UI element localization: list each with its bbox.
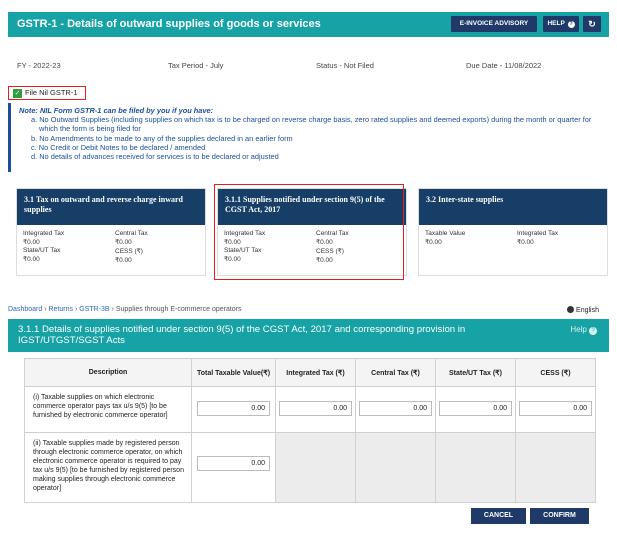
globe-icon: [567, 306, 575, 313]
page-title: GSTR-1 - Details of outward supplies of …: [17, 18, 321, 30]
help-button[interactable]: HELP ?: [543, 16, 579, 32]
row-description: (i) Taxable supplies on which electronic…: [23, 386, 193, 433]
field-label: State/UT Tax: [23, 247, 61, 254]
table-row: (i) Taxable supplies on which electronic…: [23, 386, 597, 433]
refresh-button[interactable]: ↻: [583, 16, 601, 32]
table-cell: 0.00: [434, 386, 516, 433]
note-item: b. No Amendments to be made to any of th…: [31, 133, 293, 143]
table-cell: 0.00: [191, 432, 276, 503]
disabled-cell: [274, 432, 356, 503]
table-row: (ii) Taxable supplies made by registered…: [23, 432, 597, 503]
note-item: d. No details of advances received for s…: [31, 152, 279, 162]
tile-3-1-outward-supplies[interactable]: 3.1 Tax on outward and reverse charge in…: [16, 188, 206, 276]
help-link[interactable]: Help ?: [570, 324, 597, 335]
gstr1-header-bar: GSTR-1 - Details of outward supplies of …: [8, 12, 609, 37]
field-label: Central Tax: [115, 230, 148, 237]
central-tax-input[interactable]: 0.00: [358, 401, 432, 416]
language-label: English: [576, 307, 599, 314]
tile-field: Integrated Tax ₹0.00: [23, 230, 64, 246]
tile-title: 3.2 Inter-state supplies: [419, 189, 607, 225]
cess-input[interactable]: 0.00: [518, 401, 592, 416]
filing-status: Status - Not Filed: [316, 61, 374, 70]
note-list: a. No Outward Supplies (including suppli…: [31, 115, 609, 161]
help-button-label: HELP: [547, 20, 565, 27]
table-cell: 0.00: [274, 386, 356, 433]
nil-filing-note: Note: NIL Form GSTR-1 can be filed by yo…: [8, 103, 609, 172]
language-selector[interactable]: English: [567, 306, 599, 314]
taxable-value-input[interactable]: 0.00: [197, 456, 270, 471]
highlight-box: [214, 184, 404, 280]
field-value: ₹0.00: [517, 239, 534, 246]
note-item: c. No Credit or Debit Notes to be declar…: [31, 142, 206, 152]
tile-field: Integrated Tax ₹0.00: [517, 230, 558, 246]
tile-field: Taxable Value ₹0.00: [425, 230, 465, 246]
einvoice-advisory-button[interactable]: E-INVOICE ADVISORY: [451, 16, 537, 32]
supplies-table: Description Total Taxable Value(₹) Integ…: [23, 358, 597, 503]
help-label: Help: [570, 325, 587, 334]
breadcrumb: Dashboard › Returns › GSTR-3B › Supplies…: [8, 306, 242, 313]
col-cess: CESS (₹): [514, 358, 597, 387]
section-header: 3.1.1 Details of supplies notified under…: [8, 319, 609, 352]
integrated-tax-input[interactable]: 0.00: [278, 401, 352, 416]
breadcrumb-separator: ›: [111, 306, 114, 313]
field-value: ₹0.00: [115, 239, 132, 246]
field-value: ₹0.00: [115, 257, 132, 264]
table-cell: 0.00: [191, 386, 276, 433]
ecommerce-supplies-panel: Dashboard › Returns › GSTR-3B › Supplies…: [8, 303, 609, 529]
breadcrumb-current: Supplies through E-commerce operators: [115, 306, 242, 313]
breadcrumb-returns[interactable]: Returns: [49, 306, 74, 313]
disabled-cell: [434, 432, 516, 503]
field-value: ₹0.00: [23, 239, 40, 246]
file-nil-label: File Nil GSTR-1: [25, 88, 78, 97]
question-circle-icon: ?: [589, 327, 597, 335]
state-ut-tax-input[interactable]: 0.00: [438, 401, 512, 416]
checkmark-icon: ✓: [13, 88, 22, 98]
disabled-cell: [514, 432, 597, 503]
cancel-button[interactable]: CANCEL: [471, 508, 526, 524]
field-value: ₹0.00: [23, 256, 40, 263]
field-value: ₹0.00: [425, 239, 442, 246]
breadcrumb-dashboard[interactable]: Dashboard: [8, 306, 42, 313]
gstr1-summary-panel: GSTR-1 - Details of outward supplies of …: [8, 12, 609, 172]
breadcrumb-gstr3b[interactable]: GSTR-3B: [79, 306, 109, 313]
field-label: Taxable Value: [425, 230, 466, 237]
note-item: a. No Outward Supplies (including suppli…: [31, 115, 592, 134]
col-state-ut-tax: State/UT Tax (₹): [434, 358, 516, 387]
col-integrated-tax: Integrated Tax (₹): [274, 358, 356, 387]
field-label: Integrated Tax: [517, 230, 559, 237]
col-description: Description: [23, 358, 193, 387]
tile-3-2-inter-state[interactable]: 3.2 Inter-state supplies Taxable Value ₹0…: [418, 188, 608, 276]
disabled-cell: [354, 432, 436, 503]
table-cell: 0.00: [354, 386, 436, 433]
tile-title: 3.1 Tax on outward and reverse charge in…: [17, 189, 205, 225]
question-circle-icon: ?: [567, 21, 575, 28]
financial-year: FY - 2022-23: [17, 61, 61, 70]
due-date: Due Date - 11/08/2022: [466, 61, 542, 70]
tile-field: CESS (₹) ₹0.00: [115, 247, 143, 264]
breadcrumb-separator: ›: [74, 306, 78, 313]
row-description: (ii) Taxable supplies made by registered…: [23, 432, 193, 503]
section-title: 3.1.1 Details of supplies notified under…: [18, 324, 466, 346]
table-header-row: Description Total Taxable Value(₹) Integ…: [23, 358, 597, 387]
tile-field: Central Tax ₹0.00: [115, 230, 148, 246]
breadcrumb-separator: ›: [44, 306, 47, 313]
tile-field: State/UT Tax ₹0.00: [23, 247, 60, 263]
col-central-tax: Central Tax (₹): [354, 358, 436, 387]
confirm-button[interactable]: CONFIRM: [530, 508, 589, 524]
note-title: Note: NIL Form GSTR-1 can be filed by yo…: [19, 106, 214, 115]
table-cell: 0.00: [514, 386, 597, 433]
col-taxable-value: Total Taxable Value(₹): [191, 358, 276, 387]
taxable-value-input[interactable]: 0.00: [197, 401, 270, 416]
refresh-icon: ↻: [588, 19, 596, 29]
tax-period: Tax Period - July: [168, 61, 224, 70]
file-nil-checkbox[interactable]: ✓ File Nil GSTR-1: [8, 86, 86, 100]
field-label: Integrated Tax: [23, 230, 65, 237]
field-label: CESS (₹): [115, 248, 143, 255]
